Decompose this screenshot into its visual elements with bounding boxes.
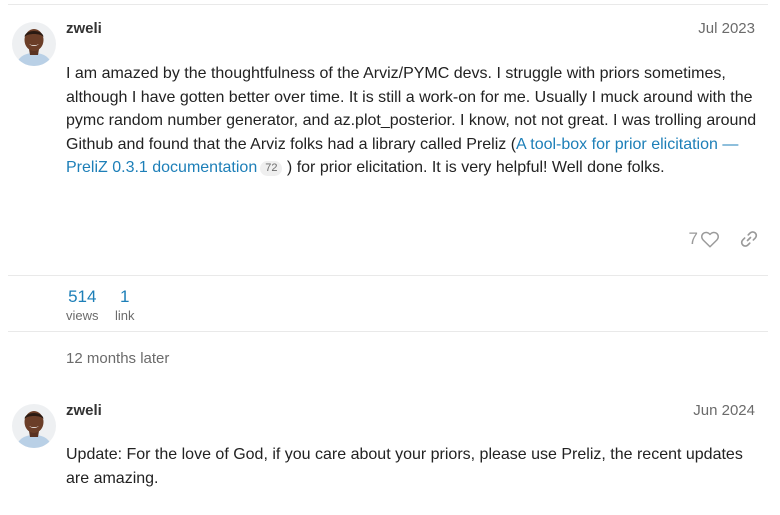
post-divider <box>8 275 768 276</box>
post-1: zweli Jul 2023 I am amazed by the though… <box>0 0 780 270</box>
post-2: zweli Jun 2024 Update: For the love of G… <box>0 380 780 515</box>
share-link-button[interactable] <box>740 230 758 248</box>
post-date[interactable]: Jul 2023 <box>698 20 755 37</box>
views-label: views <box>66 308 99 323</box>
post-actions: 7 <box>689 229 758 249</box>
links-stat[interactable]: 1 link <box>115 287 135 325</box>
stats-divider <box>8 331 768 332</box>
user-avatar[interactable] <box>12 22 56 66</box>
avatar-image <box>12 22 56 66</box>
like-button[interactable]: 7 <box>689 229 720 249</box>
link-icon <box>740 231 758 247</box>
post-body: I am amazed by the thoughtfulness of the… <box>66 62 766 180</box>
views-stat: 514 views <box>66 287 99 325</box>
post-body: Update: For the love of God, if you care… <box>66 446 743 487</box>
link-click-count: 72 <box>260 161 283 176</box>
post-body-text-end: ) for prior elicitation. It is very help… <box>286 159 665 176</box>
links-label: link <box>115 308 135 323</box>
time-gap-indicator: 12 months later <box>66 350 170 367</box>
avatar-image <box>12 404 56 448</box>
like-count: 7 <box>688 229 698 248</box>
post-username[interactable]: zweli <box>66 402 102 419</box>
heart-icon <box>701 231 719 248</box>
user-avatar[interactable] <box>12 404 56 448</box>
post-date[interactable]: Jun 2024 <box>693 402 755 419</box>
post-username[interactable]: zweli <box>66 20 102 37</box>
links-count: 1 <box>120 287 130 306</box>
views-count: 514 <box>68 287 97 306</box>
